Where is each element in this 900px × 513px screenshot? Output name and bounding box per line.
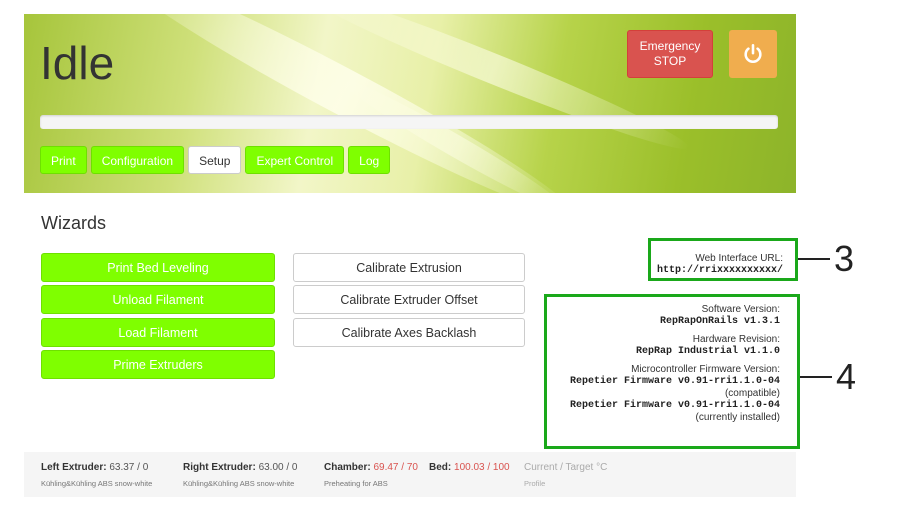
- calibrate-extruder-offset-button[interactable]: Calibrate Extruder Offset: [293, 285, 525, 314]
- power-icon: [744, 44, 762, 63]
- tab-expert-control[interactable]: Expert Control: [245, 146, 345, 174]
- left-extruder-value: 63.37 / 0: [109, 462, 149, 473]
- firmware-installed-note: (currently installed): [695, 412, 780, 423]
- software-version-value: RepRapOnRails v1.3.1: [659, 316, 780, 327]
- wizards-heading: Wizards: [41, 213, 107, 233]
- print-progress-bar: [40, 115, 778, 129]
- print-bed-leveling-button[interactable]: Print Bed Leveling: [41, 253, 275, 282]
- temperature-legend-label: Current / Target °C: [524, 462, 608, 473]
- right-extruder-value: 63.00 / 0: [258, 462, 298, 473]
- printer-status-title: Idle: [40, 37, 115, 89]
- emergency-stop-button[interactable]: Emergency STOP: [627, 30, 713, 78]
- tab-configuration[interactable]: Configuration: [90, 146, 185, 174]
- callout-3-line: [798, 258, 830, 260]
- web-url-box: Web Interface URL: http://rrixxxxxxxxxx/: [648, 238, 798, 281]
- calibrate-axes-backlash-button[interactable]: Calibrate Axes Backlash: [293, 318, 525, 347]
- bed-status: Bed: 100.03 / 100: [429, 462, 510, 473]
- right-extruder-status: Right Extruder: 63.00 / 0 Kühling&Kühlin…: [183, 462, 297, 488]
- tab-log[interactable]: Log: [348, 146, 391, 174]
- temperature-legend-profile: Profile: [524, 479, 546, 488]
- left-extruder-label: Left Extruder:: [41, 462, 107, 473]
- calibrate-extrusion-button[interactable]: Calibrate Extrusion: [293, 253, 525, 282]
- power-button[interactable]: [729, 30, 777, 78]
- header-banner: Idle Emergency STOP Print Configuration …: [24, 14, 796, 193]
- version-info-box: Software Version: RepRapOnRails v1.3.1 H…: [544, 294, 800, 449]
- load-filament-button[interactable]: Load Filament: [41, 318, 275, 347]
- tab-setup[interactable]: Setup: [188, 146, 242, 174]
- firmware-compatible-note: (compatible): [724, 388, 780, 399]
- firmware-version-label: Microcontroller Firmware Version:: [631, 364, 780, 375]
- firmware-compatible-value: Repetier Firmware v0.91-rri1.1.0-04: [569, 376, 780, 387]
- right-extruder-label: Right Extruder:: [183, 462, 256, 473]
- chamber-value: 69.47 / 70: [373, 462, 418, 473]
- left-extruder-status: Left Extruder: 63.37 / 0 Kühling&Kühling…: [41, 462, 152, 488]
- prime-extruders-button[interactable]: Prime Extruders: [41, 350, 275, 379]
- firmware-installed-value: Repetier Firmware v0.91-rri1.1.0-04: [569, 400, 780, 411]
- tab-print[interactable]: Print: [40, 146, 87, 174]
- web-url-value: http://rrixxxxxxxxxx/: [656, 265, 783, 276]
- callout-4-line: [800, 376, 832, 378]
- callout-3-number: 3: [834, 238, 855, 279]
- unload-filament-button[interactable]: Unload Filament: [41, 285, 275, 314]
- software-version-label: Software Version:: [701, 304, 780, 315]
- web-url-label: Web Interface URL:: [695, 253, 783, 264]
- left-extruder-material: Kühling&Kühling ABS snow-white: [41, 479, 153, 488]
- temperature-footer: Left Extruder: 63.37 / 0 Kühling&Kühling…: [24, 452, 796, 497]
- emergency-stop-label: Emergency STOP: [639, 39, 701, 68]
- chamber-status: Chamber: 69.47 / 70 Preheating for ABS: [324, 462, 418, 488]
- hardware-revision-value: RepRap Industrial v1.1.0: [635, 346, 780, 357]
- hardware-revision-label: Hardware Revision:: [692, 334, 780, 345]
- callout-4-number: 4: [836, 356, 857, 397]
- bed-value: 100.03 / 100: [454, 462, 510, 473]
- main-tabs: Print Configuration Setup Expert Control…: [40, 146, 391, 174]
- temperature-legend: Current / Target °C Profile: [524, 462, 607, 488]
- chamber-note: Preheating for ABS: [324, 479, 388, 488]
- chamber-label: Chamber:: [324, 462, 371, 473]
- bed-label: Bed:: [429, 462, 452, 473]
- right-extruder-material: Kühling&Kühling ABS snow-white: [183, 479, 295, 488]
